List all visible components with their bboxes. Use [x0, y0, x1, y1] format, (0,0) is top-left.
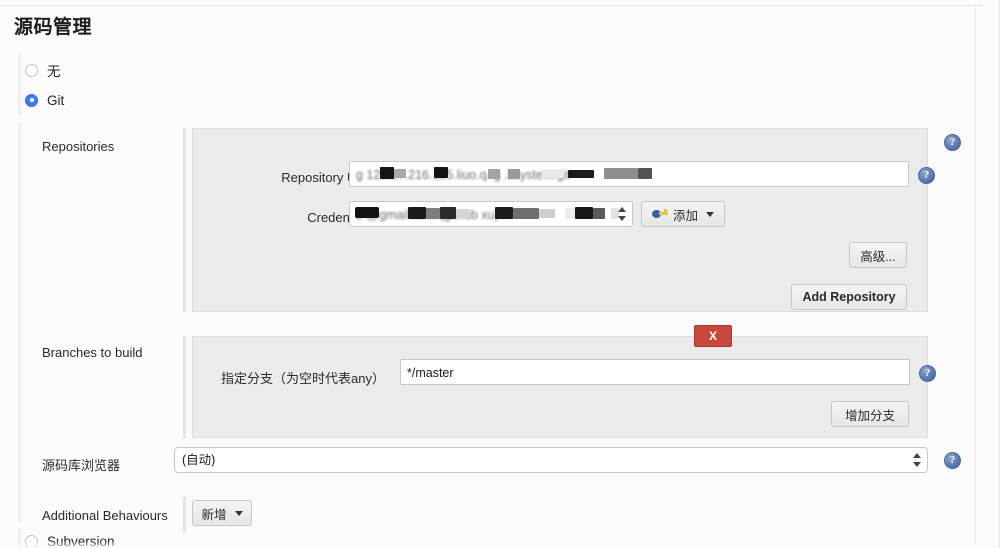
scm-radio-group: 无 Git [18, 55, 968, 115]
credentials-stepper-icon[interactable] [618, 206, 627, 222]
redaction-bar [539, 209, 555, 218]
redaction-bar [542, 169, 564, 178]
repo-browser-value: (自动) [182, 453, 216, 467]
redaction-bar [513, 208, 539, 219]
scm-option-git-label: Git [47, 92, 65, 108]
branch-specifier-input[interactable]: */master [400, 359, 910, 385]
credentials-select[interactable]: b @gmail.com (github xu) / [349, 201, 633, 227]
repository-url-help-icon[interactable]: ? [918, 167, 935, 184]
redaction-bar [355, 207, 379, 218]
branch-specifier-label: 指定分支（为空时代表any） [221, 371, 385, 386]
redaction-bar [394, 169, 406, 178]
add-behaviour-label: 新增 [201, 507, 227, 522]
branch-block: 指定分支（为空时代表any） */master ? 增加分支 [192, 336, 936, 438]
repositories-row: Repositories Repository URL g 120.27.216… [18, 122, 976, 312]
add-repository-label: Add Repository [802, 290, 896, 304]
radio-none[interactable] [25, 63, 38, 77]
add-behaviour-button[interactable]: 新增 [192, 500, 252, 526]
redaction-bar [593, 208, 605, 219]
add-credentials-label: 添加 [673, 208, 699, 223]
redaction-bar [434, 167, 448, 178]
scm-option-subversion[interactable]: Subversion [18, 528, 968, 548]
radio-git[interactable] [25, 93, 38, 107]
repo-browser-select[interactable]: (自动) [174, 447, 928, 473]
chevron-down-icon [234, 510, 243, 516]
redaction-bar [440, 207, 456, 219]
redaction-bar [565, 208, 575, 219]
redaction-bar [495, 207, 513, 219]
git-settings-body: Repositories Repository URL g 120.27.216… [18, 122, 976, 533]
additional-behaviours-label: Additional Behaviours [42, 508, 168, 523]
chevron-down-icon [706, 211, 715, 217]
add-branch-label: 增加分支 [844, 408, 895, 423]
page-title: 源码管理 [14, 17, 93, 38]
branch-specifier-help-icon[interactable]: ? [919, 365, 936, 382]
redaction-bar [568, 170, 594, 178]
add-repository-button[interactable]: Add Repository [791, 284, 907, 310]
advanced-label: 高级... [860, 249, 896, 264]
redaction-bar [456, 209, 470, 218]
redaction-bar [380, 167, 394, 179]
redaction-bar [638, 168, 652, 179]
scm-option-subversion-label: Subversion [47, 534, 115, 548]
scm-option-none-label: 无 [47, 64, 61, 79]
delete-branch-button[interactable]: X [694, 325, 732, 347]
redaction-bar [488, 169, 500, 179]
scm-config-page: 源码管理 无 Git Repositories Repository URL g… [0, 0, 1000, 548]
redaction-bar [604, 168, 638, 179]
repo-browser-row: 源码库浏览器 (自动) ? [18, 444, 976, 488]
repositories-divider [183, 128, 186, 312]
radio-subversion[interactable] [25, 535, 38, 548]
branch-specifier-value: */master [407, 366, 454, 380]
branches-divider [183, 336, 186, 438]
scm-option-none[interactable]: 无 [21, 55, 968, 85]
advanced-button[interactable]: 高级... [849, 242, 907, 268]
add-branch-button[interactable]: 增加分支 [831, 401, 909, 427]
repo-browser-stepper-icon[interactable] [913, 452, 922, 468]
branches-label: Branches to build [42, 345, 143, 360]
repositories-label: Repositories [42, 139, 115, 154]
redaction-bar [575, 207, 593, 219]
redaction-bar [426, 208, 440, 219]
key-icon [652, 208, 668, 220]
repository-url-input[interactable]: g 120.27.216.155.liuo.q. g .ltsystem.git [349, 161, 909, 187]
repositories-help-icon[interactable]: ? [944, 134, 961, 151]
repo-browser-help-icon[interactable]: ? [944, 452, 961, 469]
repository-block: Repository URL g 120.27.216.155.liuo.q. … [192, 128, 935, 312]
redaction-bar [508, 169, 520, 179]
repo-browser-label: 源码库浏览器 [42, 458, 121, 473]
redaction-bar [408, 207, 426, 219]
add-credentials-button[interactable]: 添加 [641, 201, 726, 227]
branches-row: Branches to build 指定分支（为空时代表any） */maste… [18, 325, 976, 438]
scm-option-git[interactable]: Git [21, 85, 968, 115]
